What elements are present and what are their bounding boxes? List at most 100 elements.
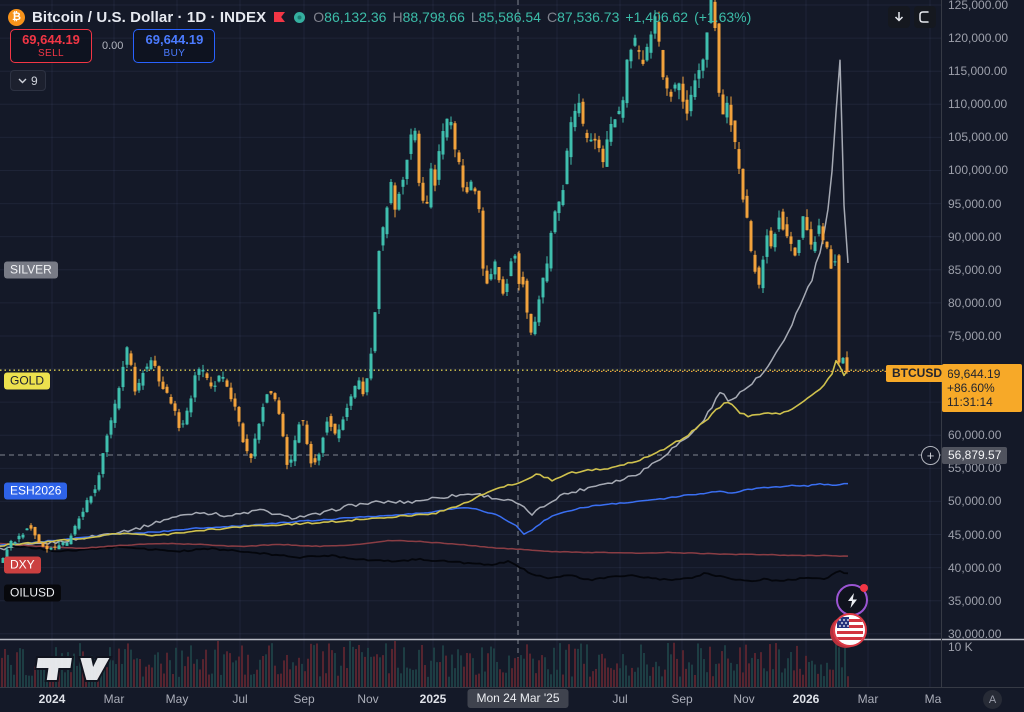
candle-body [618,111,621,114]
compare-label-oilusd[interactable]: OILUSD [4,585,61,602]
sell-button[interactable]: 69,644.19 SELL [10,29,92,63]
compare-label-dxy[interactable]: DXY [4,557,41,574]
candle-body [826,242,829,248]
volume-bar [352,647,354,687]
candle-body [718,24,721,93]
time-tick-jul: Jul [232,692,247,706]
candle-body [678,83,681,90]
candle-body [206,373,209,378]
volume-bar [265,654,267,687]
volume-bar [793,670,795,687]
volume-bar [736,664,738,687]
time-axis[interactable]: 2024MarMayJulSepNov2025JulSepNov2026MarM… [0,688,1024,712]
volume-bar [706,672,708,687]
volume-bar [721,651,723,687]
tradingview-logo[interactable] [33,650,125,689]
volume-bar [844,644,846,687]
volume-bar [766,671,768,687]
price-tick: 50,000.00 [948,494,1001,508]
candle-body [722,94,725,114]
volume-bar [346,668,348,687]
time-tick-ma: Ma [925,692,942,706]
candle-body [546,264,549,282]
candle-body [690,95,693,111]
candle-body [674,85,677,89]
market-status-icon[interactable] [293,11,306,24]
time-tick-2026: 2026 [793,692,820,706]
candle-body [86,500,89,512]
volume-bar [298,658,300,687]
volume-bar [778,649,780,687]
auto-scale-button[interactable]: A [983,690,1002,709]
flag-icon[interactable] [273,11,286,23]
btcusd-series-label[interactable]: BTCUSD [886,365,948,382]
candle-body [630,50,633,62]
time-tick-mar: Mar [104,692,125,706]
indicators-collapse-button[interactable]: 9 [10,70,46,91]
volume-bar [376,654,378,687]
overlay-line-oilusd[interactable] [0,544,848,581]
us-flag-event-icon[interactable] [833,613,867,647]
volume-bar [4,649,6,687]
price-axis[interactable]: 125,000.00120,000.00115,000.00110,000.00… [941,0,1024,687]
candle-body [474,188,477,191]
candle-body [82,512,85,517]
candle-body [694,80,697,97]
candle-body [802,216,805,237]
volume-bar [799,669,801,687]
volume-bar [145,667,147,687]
volume-bar [517,657,519,687]
volume-bar [607,667,609,687]
volume-bar [388,673,390,687]
candle-body [182,424,185,425]
volume-bar [439,662,441,687]
volume-bar [391,649,393,687]
candle-body [494,261,497,274]
compare-label-esh2026[interactable]: ESH2026 [4,483,67,500]
volume-bar [742,672,744,687]
candle-body [34,527,37,535]
volume-bar [418,650,420,687]
candle-body [258,424,261,440]
volume-bar [235,660,237,687]
volume-bar [256,670,258,687]
volume-scale-label: 10 K [948,640,973,654]
volume-bar [481,647,483,687]
volume-bar [223,654,225,687]
volume-bar [685,669,687,687]
candle-body [702,59,705,70]
volume-bar [583,664,585,687]
overlay-line-silver[interactable] [0,60,848,550]
volume-bar [781,672,783,687]
candle-body [114,404,117,423]
volume-bar [337,676,339,687]
volume-bar [310,644,312,687]
volume-bar [280,674,282,687]
volume-bar [646,664,648,687]
candle-body [58,545,61,549]
compare-label-silver[interactable]: SILVER [4,262,58,279]
candle-body [338,429,341,438]
volume-bar [379,657,381,687]
candle-body [154,361,157,366]
volume-bar [205,650,207,687]
volume-bar [157,652,159,687]
volume-bar [502,672,504,687]
buy-button[interactable]: 69,644.19 BUY [133,29,215,63]
volume-bar [169,660,171,687]
overlay-line-gold[interactable] [0,361,848,547]
volume-bar [319,676,321,687]
compare-label-gold[interactable]: GOLD [4,373,50,390]
download-button[interactable] [888,6,910,28]
volume-bar [520,655,522,687]
symbol-title[interactable]: Bitcoin / U.S. Dollar · 1D · INDEX [32,9,266,26]
candle-body [466,187,469,192]
screenshot-button[interactable] [914,6,936,28]
tradingview-chart-window: ₿ Bitcoin / U.S. Dollar · 1D · INDEX O86… [0,0,1024,712]
lightning-events-icon[interactable] [836,584,868,616]
add-alert-plus-icon[interactable]: + [921,446,940,465]
volume-bar [634,672,636,687]
candle-body [450,122,453,125]
volume-bar [214,650,216,687]
volume-bar [535,673,537,687]
